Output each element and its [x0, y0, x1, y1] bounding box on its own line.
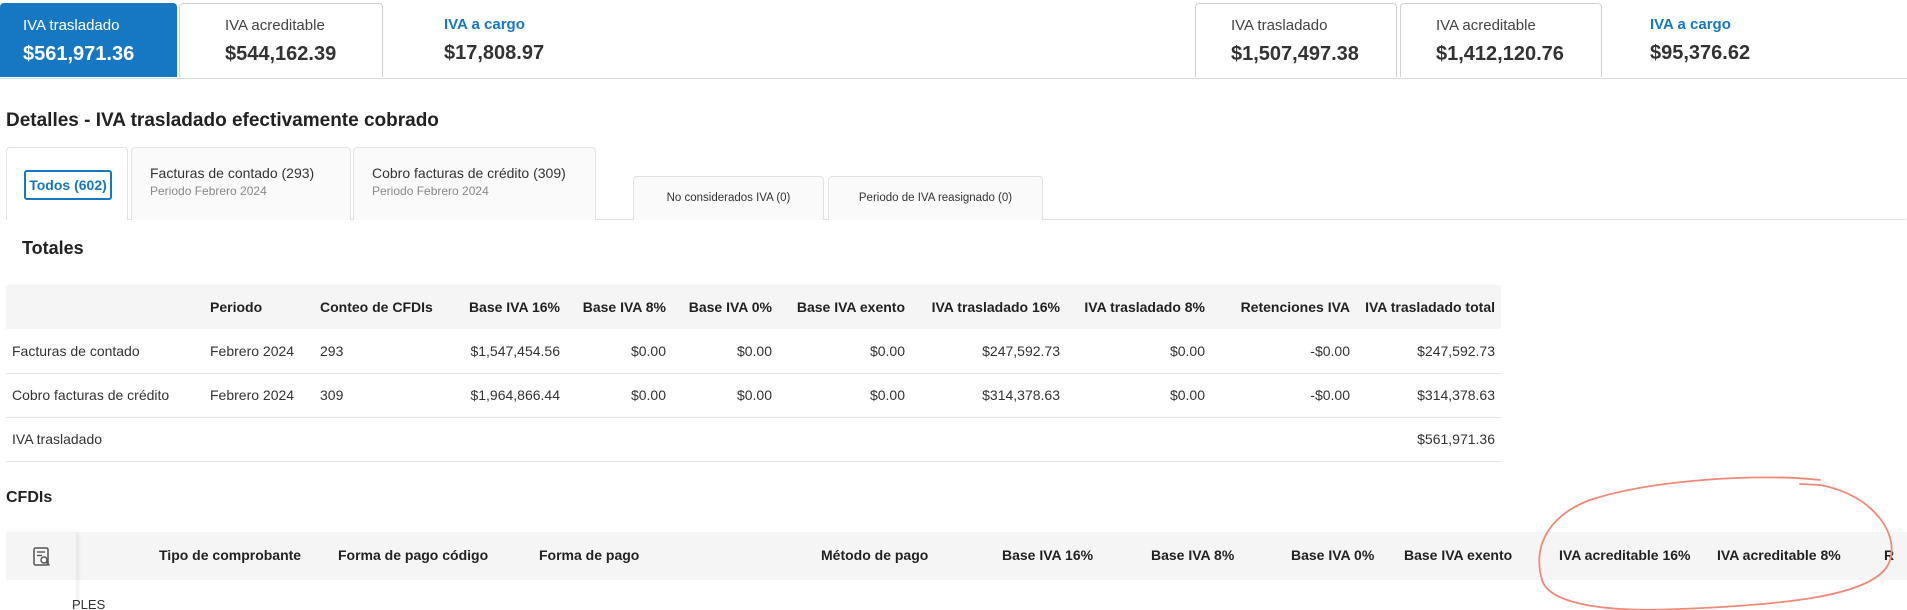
- cell-iva-8: $0.00: [1066, 329, 1211, 374]
- tab-subtitle: Periodo Febrero 2024: [372, 184, 489, 198]
- column-header[interactable]: Forma de pago código: [338, 547, 488, 563]
- cell-conteo: 293: [314, 329, 449, 374]
- cell-retenciones: -$0.00: [1211, 329, 1356, 374]
- table-row[interactable]: Cobro facturas de crédito Febrero 2024 3…: [6, 373, 1501, 418]
- summary-card-iva-trasladado-anual[interactable]: IVA trasladado $1,507,497.38: [1195, 3, 1397, 77]
- column-header[interactable]: Base IVA exento: [778, 285, 911, 329]
- column-header[interactable]: Base IVA 8%: [1151, 547, 1234, 563]
- column-header[interactable]: Base IVA exento: [1404, 547, 1512, 563]
- summary-card-iva-trasladado[interactable]: IVA trasladado $561,971.36: [0, 3, 177, 77]
- section-title: Detalles - IVA trasladado efectivamente …: [6, 110, 439, 131]
- cell-empty: [314, 417, 449, 462]
- summary-card-iva-acreditable-anual[interactable]: IVA acreditable $1,412,120.76: [1400, 3, 1602, 77]
- cell-empty: [911, 417, 1066, 462]
- cell-empty: [449, 417, 566, 462]
- cell-concepto: IVA trasladado: [6, 417, 204, 462]
- summary-label: IVA acreditable: [1436, 17, 1536, 34]
- summary-value: $544,162.39: [225, 43, 337, 65]
- column-header[interactable]: Retenciones IVA: [1211, 285, 1356, 329]
- cell-concepto: Facturas de contado: [6, 329, 204, 374]
- tab-todos[interactable]: Todos (602): [6, 147, 128, 220]
- column-header[interactable]: Conteo de CFDIs: [314, 285, 449, 329]
- summary-bar: IVA trasladado $561,971.36 IVA acreditab…: [0, 0, 1907, 79]
- column-header[interactable]: Base IVA 8%: [566, 285, 672, 329]
- cell-base-16: $1,964,866.44: [449, 373, 566, 418]
- column-header[interactable]: Base IVA 0%: [1291, 547, 1374, 563]
- column-header[interactable]: IVA trasladado 16%: [911, 285, 1066, 329]
- column-header[interactable]: IVA acreditable 16%: [1559, 547, 1691, 563]
- tab-no-considerados[interactable]: No considerados IVA (0): [633, 176, 824, 220]
- detail-tabs: Todos (602) Facturas de contado (293) Pe…: [6, 147, 1906, 220]
- summary-value: $1,507,497.38: [1231, 43, 1359, 65]
- column-header[interactable]: IVA trasladado 8%: [1066, 285, 1211, 329]
- cfdis-title: CFDIs: [6, 489, 53, 506]
- cell-base-exento: $0.00: [778, 373, 911, 418]
- cell-total-link[interactable]: $247,592.73: [1356, 329, 1501, 374]
- column-header[interactable]: Base IVA 0%: [672, 285, 778, 329]
- column-header[interactable]: IVA trasladado total: [1356, 285, 1501, 329]
- cell-empty: [1066, 417, 1211, 462]
- tab-periodo-reasignado[interactable]: Periodo de IVA reasignado (0): [828, 176, 1043, 220]
- table-row-total: IVA trasladado $561,971.36: [6, 417, 1501, 462]
- summary-value: $95,376.62: [1650, 42, 1751, 64]
- tab-label: No considerados IVA (0): [666, 192, 791, 204]
- partial-row-text: PLES: [72, 597, 106, 610]
- summary-label: IVA trasladado: [1231, 17, 1328, 34]
- cell-base-8: $0.00: [566, 329, 672, 374]
- summary-label: IVA trasladado: [23, 17, 120, 34]
- column-header[interactable]: Método de pago: [821, 547, 928, 563]
- column-header[interactable]: R: [1884, 547, 1894, 563]
- totals-header-row: Periodo Conteo de CFDIs Base IVA 16% Bas…: [6, 285, 1501, 329]
- tab-label: Periodo de IVA reasignado (0): [858, 192, 1013, 204]
- cell-total-link[interactable]: $314,378.63: [1356, 373, 1501, 418]
- table-row[interactable]: Facturas de contado Febrero 2024 293 $1,…: [6, 329, 1501, 374]
- tab-cobro-facturas-credito[interactable]: Cobro facturas de crédito (309) Periodo …: [353, 147, 596, 220]
- cell-concepto: Cobro facturas de crédito: [6, 373, 204, 418]
- column-header[interactable]: Periodo: [204, 285, 314, 329]
- summary-label: IVA a cargo: [1650, 16, 1731, 33]
- cell-empty: [204, 417, 314, 462]
- summary-value: $17,808.97: [444, 42, 545, 64]
- summary-card-iva-acreditable[interactable]: IVA acreditable $544,162.39: [179, 3, 383, 77]
- summary-card-iva-a-cargo-anual[interactable]: IVA a cargo $95,376.62: [1615, 3, 1815, 77]
- tab-facturas-contado[interactable]: Facturas de contado (293) Periodo Febrer…: [131, 147, 351, 220]
- column-header[interactable]: Forma de pago: [539, 547, 639, 563]
- cell-total-link[interactable]: $561,971.36: [1356, 417, 1501, 462]
- summary-value: $561,971.36: [23, 43, 135, 65]
- cell-empty: [566, 417, 672, 462]
- cell-empty: [778, 417, 911, 462]
- cell-empty: [672, 417, 778, 462]
- cell-conteo: 309: [314, 373, 449, 418]
- cell-base-16: $1,547,454.56: [449, 329, 566, 374]
- column-header[interactable]: Base IVA 16%: [1002, 547, 1093, 563]
- cfdi-table-header: Tipo de comprobante Forma de pago código…: [6, 532, 1907, 580]
- cell-empty: [1211, 417, 1356, 462]
- summary-card-iva-a-cargo[interactable]: IVA a cargo $17,808.97: [414, 3, 604, 77]
- cell-retenciones: -$0.00: [1211, 373, 1356, 418]
- column-header: [6, 285, 204, 329]
- cell-iva-8: $0.00: [1066, 373, 1211, 418]
- cell-base-8: $0.00: [566, 373, 672, 418]
- cell-iva-16: $314,378.63: [911, 373, 1066, 418]
- tab-title: Facturas de contado (293): [150, 165, 315, 181]
- summary-label: IVA a cargo: [444, 16, 525, 33]
- cell-base-0: $0.00: [672, 373, 778, 418]
- table-row-partial[interactable]: PLES: [72, 597, 105, 610]
- summary-value: $1,412,120.76: [1436, 43, 1564, 65]
- totales-title: Totales: [22, 238, 84, 258]
- column-header[interactable]: Tipo de comprobante: [159, 547, 301, 563]
- cell-base-0: $0.00: [672, 329, 778, 374]
- cell-periodo: Febrero 2024: [204, 329, 314, 374]
- column-header[interactable]: Base IVA 16%: [449, 285, 566, 329]
- cell-iva-16: $247,592.73: [911, 329, 1066, 374]
- tab-todos-label: Todos (602): [24, 170, 112, 200]
- tab-subtitle: Periodo Febrero 2024: [150, 184, 267, 198]
- tab-title: Cobro facturas de crédito (309): [372, 165, 566, 181]
- totals-table: Periodo Conteo de CFDIs Base IVA 16% Bas…: [6, 285, 1501, 462]
- sticky-column-divider: [6, 532, 76, 610]
- column-header[interactable]: IVA acreditable 8%: [1717, 547, 1841, 563]
- cell-periodo: Febrero 2024: [204, 373, 314, 418]
- summary-label: IVA acreditable: [225, 17, 325, 34]
- cell-base-exento: $0.00: [778, 329, 911, 374]
